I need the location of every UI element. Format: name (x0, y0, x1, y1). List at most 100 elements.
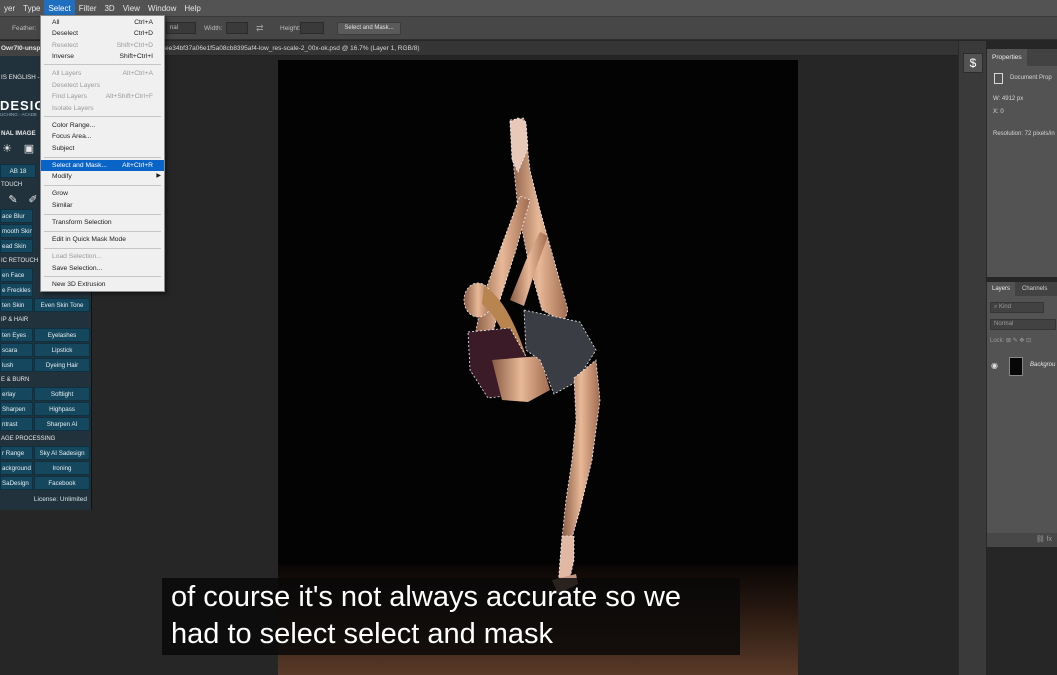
menu-item-focus-area[interactable]: Focus Area... (41, 131, 164, 142)
eye-icon[interactable]: ◉ (991, 361, 998, 370)
menu-item-label: Grow (52, 190, 68, 197)
menu-item-new-3d-extrusion[interactable]: New 3D Extrusion (41, 279, 164, 290)
properties-tab-bar: Properties (987, 49, 1057, 66)
x-readout-value[interactable]: 0 (1000, 109, 1003, 115)
layer-kind-filter[interactable]: ⌕ Kind (990, 302, 1044, 313)
height-input[interactable] (300, 22, 324, 34)
lipstick-button[interactable]: Lipstick (34, 343, 90, 357)
mascara-button[interactable]: scara (0, 343, 33, 357)
select-and-mask-button[interactable]: Select and Mask... (337, 22, 401, 35)
feather-label: Feather: (12, 25, 37, 32)
resolution-readout: Resolution: 72 pixels/in (993, 131, 1055, 137)
menu-item-shortcut: Alt+Ctrl+A (122, 70, 153, 77)
tool-preset-icon[interactable]: $ (963, 53, 983, 73)
menu-separator (44, 116, 161, 117)
eyelashes-button[interactable]: Eyelashes (34, 328, 90, 342)
document-tab-previous[interactable]: Owr7l0-unsp (0, 41, 40, 56)
menu-item-label: Subject (52, 145, 75, 152)
menu-separator (44, 185, 161, 186)
menu-item-quick-mask[interactable]: Edit in Quick Mask Mode (41, 234, 164, 245)
brighten-skin-button[interactable]: ten Skin (0, 298, 33, 312)
facebook-button[interactable]: Facebook (34, 476, 90, 490)
sharpen-ai-button[interactable]: Sharpen AI (34, 417, 90, 431)
contrast-button[interactable]: ntrast (0, 417, 33, 431)
section-makeup-hair: IP & HAIR (1, 317, 29, 323)
layer-kind-placeholder: Kind (999, 304, 1012, 310)
overlay-button[interactable]: erlay (0, 387, 33, 401)
menu-separator (44, 248, 161, 249)
width-readout-value[interactable]: 4912 px (1002, 96, 1023, 102)
menu-item-inverse[interactable]: Inverse Shift+Ctrl+I (41, 51, 164, 62)
menu-separator (44, 231, 161, 232)
menu-item-label: Select and Mask... (52, 162, 108, 169)
menu-item-grow[interactable]: Grow (41, 188, 164, 199)
brush-icon[interactable]: ✎ (6, 193, 20, 207)
tab-properties[interactable]: Properties (987, 49, 1027, 66)
sadesign-button[interactable]: SaDesign (0, 476, 33, 490)
image-icon[interactable]: ▣ (22, 142, 36, 156)
brighten-eyes-button[interactable]: ten Eyes (0, 328, 33, 342)
even-skin-tone-button[interactable]: Even Skin Tone (34, 298, 90, 312)
eraser-icon[interactable]: ✐ (26, 193, 40, 207)
tab-ab18[interactable]: AB 18 (0, 164, 36, 178)
dyeing-hair-button[interactable]: Dyeing Hair (34, 358, 90, 372)
document-tab-title[interactable]: ee34bf37a06e1f5a08cb8395af4-low_res-scal… (165, 41, 419, 56)
width-input[interactable] (226, 22, 248, 34)
blend-mode-select[interactable]: Normal (990, 319, 1056, 330)
softlight-button[interactable]: Softlight (34, 387, 90, 401)
menu-item-shortcut: Ctrl+A (134, 19, 153, 26)
caption-line-1: of course it's not always accurate so we (171, 581, 682, 613)
menu-item-label: Inverse (52, 53, 74, 60)
dead-skin-button[interactable]: ead Skin (0, 239, 33, 253)
menu-item-label: Deselect (52, 30, 79, 37)
menu-item-deselect[interactable]: Deselect Ctrl+D (41, 28, 164, 39)
clean-face-button[interactable]: en Face (0, 268, 33, 282)
layer-name[interactable]: Backgrou (1030, 362, 1055, 368)
color-range-button[interactable]: r Range (0, 446, 33, 460)
menu-item-transform-selection[interactable]: Transform Selection (41, 217, 164, 228)
layer-thumbnail (1009, 357, 1023, 376)
tab-layers[interactable]: Layers (987, 282, 1016, 296)
section-dodge-burn: E & BURN (1, 377, 30, 383)
layers-tab-bar: Layers Channels (987, 282, 1057, 296)
menu-layer[interactable]: yer (0, 0, 19, 17)
remove-freckles-button[interactable]: e Freckles (0, 283, 33, 297)
plugin-brand: DESIG (0, 98, 46, 113)
menu-item-color-range[interactable]: Color Range... (41, 120, 164, 131)
menu-help[interactable]: Help (180, 0, 204, 17)
smooth-skin-button[interactable]: mooth Skin (0, 224, 33, 238)
menu-item-label: New 3D Extrusion (52, 281, 106, 288)
brightness-icon[interactable]: ☀ (0, 142, 14, 156)
select-menu-dropdown: All Ctrl+A Deselect Ctrl+D Reselect Shift+C… (40, 15, 165, 292)
layer-row-background[interactable]: ◉ Backgrou (987, 356, 1057, 378)
blush-button[interactable]: lush (0, 358, 33, 372)
width-readout-label: W: (993, 96, 1001, 102)
lock-label: Lock: (990, 338, 1005, 344)
menu-item-shortcut: Shift+Ctrl+I (119, 53, 153, 60)
menu-item-similar[interactable]: Similar (41, 200, 164, 211)
menu-item-label: Save Selection... (52, 265, 103, 272)
sky-ai-button[interactable]: Sky AI Sadesign (34, 446, 90, 460)
menu-item-all-layers: All Layers Alt+Ctrl+A (41, 68, 164, 79)
submenu-arrow-icon: ▶ (156, 173, 161, 179)
height-label: Height: (280, 25, 301, 32)
menu-item-modify[interactable]: Modify ▶ (41, 171, 164, 182)
menu-item-all[interactable]: All Ctrl+A (41, 17, 164, 28)
menu-item-deselect-layers: Deselect Layers (41, 80, 164, 91)
style-select[interactable]: nal (166, 22, 196, 34)
menu-item-subject[interactable]: Subject (41, 143, 164, 154)
tab-channels[interactable]: Channels (1017, 282, 1052, 296)
menu-item-reselect: Reselect Shift+Ctrl+D (41, 40, 164, 51)
face-blur-button[interactable]: ace Blur (0, 209, 33, 223)
add-style-icon[interactable]: fx (1047, 536, 1052, 543)
highpass-button[interactable]: Highpass (34, 402, 90, 416)
lock-icons[interactable]: ⊠ ✎ ✥ ⊡ (1006, 338, 1031, 344)
swap-icon[interactable]: ⇄ (256, 23, 264, 34)
menu-item-label: Modify (52, 173, 72, 180)
menu-item-select-and-mask[interactable]: Select and Mask... Alt+Ctrl+R (41, 160, 164, 171)
link-layers-icon[interactable]: ⛓ (1036, 536, 1045, 543)
background-button[interactable]: ackground (0, 461, 33, 475)
sharpen-button[interactable]: Sharpen (0, 402, 33, 416)
menu-item-save-selection[interactable]: Save Selection... (41, 263, 164, 274)
ironing-button[interactable]: Ironing (34, 461, 90, 475)
